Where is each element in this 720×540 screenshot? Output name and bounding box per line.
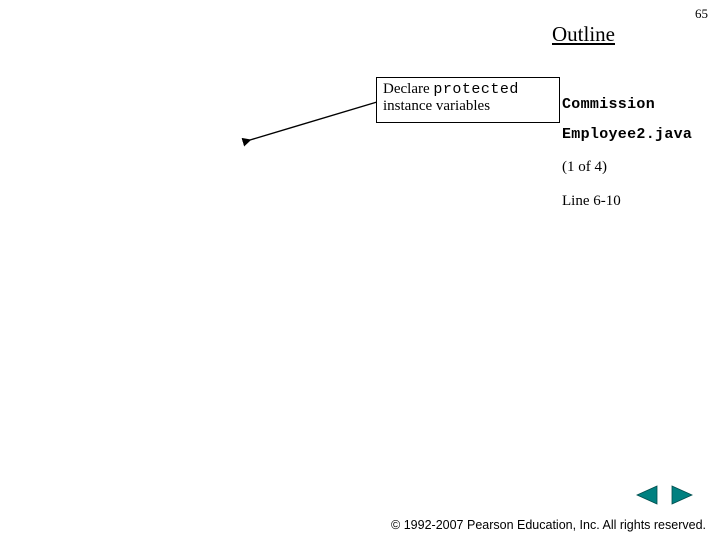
callout-line2: instance variables xyxy=(383,98,490,114)
callout-arrow xyxy=(245,100,380,145)
triangle-right-icon xyxy=(669,484,695,506)
file-name-line1: Commission xyxy=(562,95,712,115)
outline-heading: Outline xyxy=(552,22,615,47)
triangle-left-icon xyxy=(634,484,660,506)
page-sub: (1 of 4) xyxy=(562,158,712,178)
prev-button[interactable] xyxy=(634,484,660,506)
callout-keyword: protected xyxy=(433,81,519,98)
callout-prefix: Declare xyxy=(383,81,433,97)
callout-box: Declare protected instance variables xyxy=(376,77,560,123)
copyright-text: © 1992-2007 Pearson Education, Inc. All … xyxy=(391,518,706,532)
page-number: 65 xyxy=(695,6,708,22)
right-column: Commission Employee2.java (1 of 4) Line … xyxy=(562,95,712,211)
line-reference: Line 6-10 xyxy=(562,192,712,212)
file-name-line2: Employee2.java xyxy=(562,125,712,145)
next-button[interactable] xyxy=(669,484,695,506)
